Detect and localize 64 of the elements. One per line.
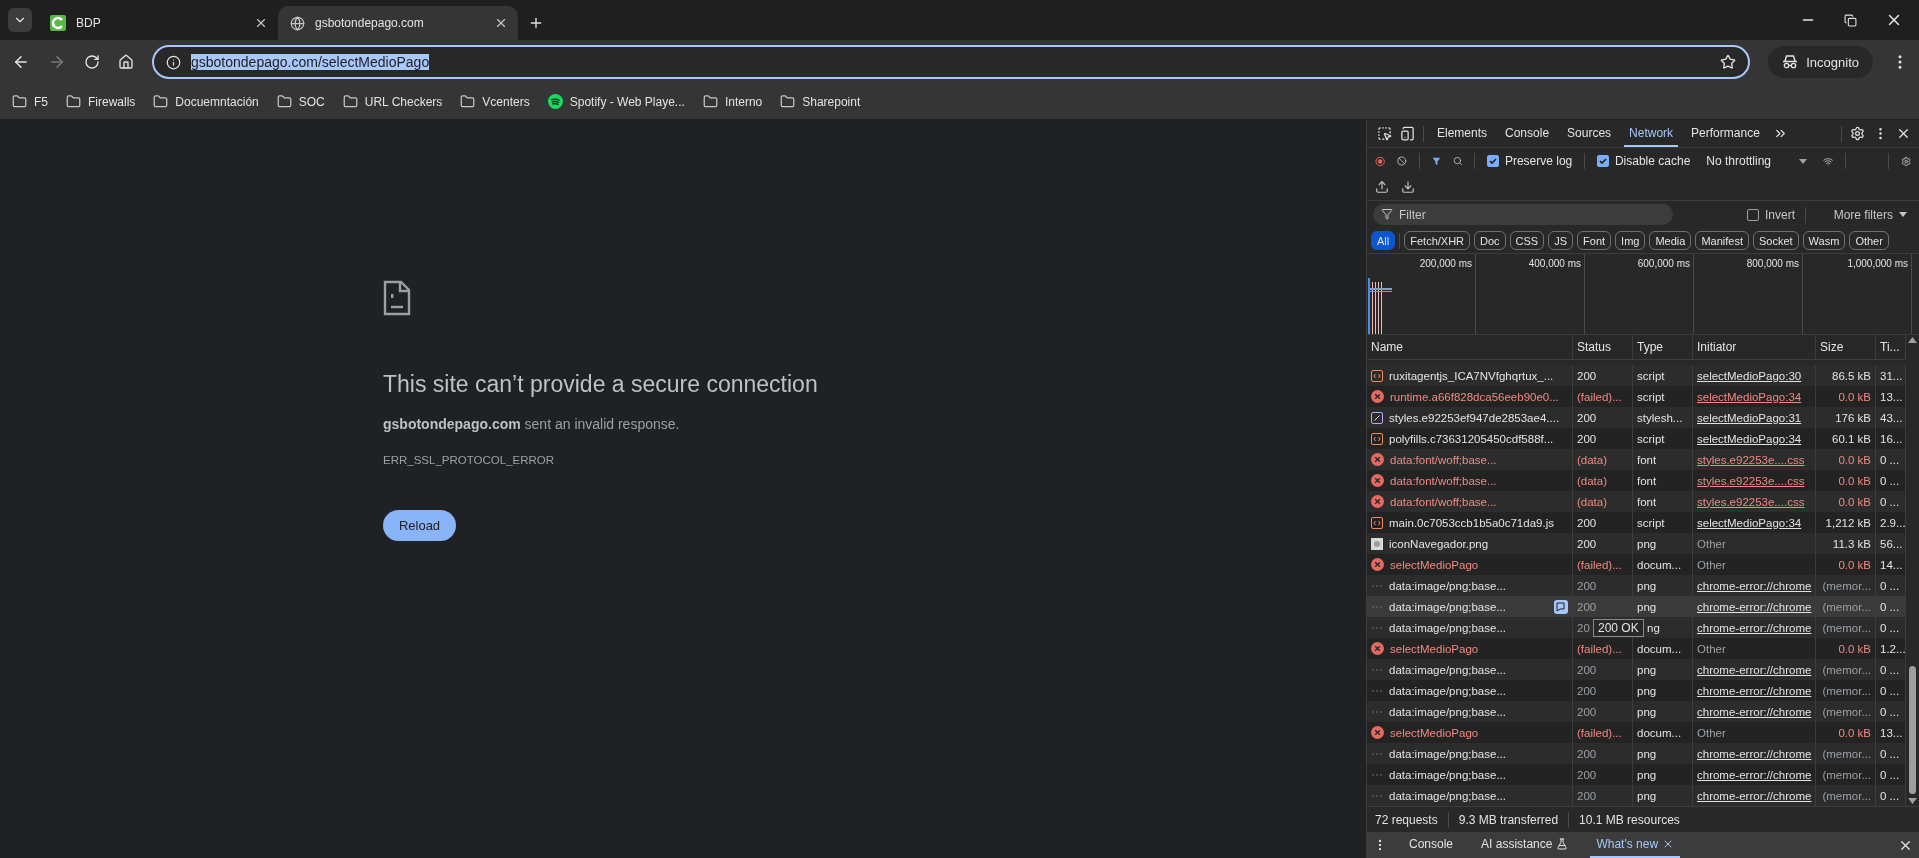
error-code: ERR_SSL_PROTOCOL_ERROR: [383, 454, 555, 466]
address-bar[interactable]: gsbotondepago.com/selectMedioPago: [152, 45, 1751, 79]
browser-tab[interactable]: gsbotondepago.com: [278, 6, 518, 40]
size-cell: (memor...: [1816, 785, 1876, 806]
type-cell: png: [1633, 785, 1693, 806]
more-filters-dropdown[interactable]: More filters: [1827, 206, 1913, 223]
request-name[interactable]: data:image/png;base...: [1367, 785, 1573, 806]
type-filter-chip[interactable]: JS: [1548, 231, 1574, 250]
type-filter-chip[interactable]: Font: [1577, 231, 1612, 250]
filter-field[interactable]: Filter: [1373, 204, 1673, 225]
status-tooltip: 200 OK: [1593, 619, 1644, 637]
timeline-tick-label: 400,000 ms: [1476, 254, 1585, 334]
panel-tab[interactable]: Sources: [1562, 120, 1617, 147]
type-filter-chip[interactable]: Media: [1649, 231, 1692, 250]
type-filter-chip[interactable]: Manifest: [1695, 231, 1749, 250]
bookmark-item[interactable]: Sharepoint: [780, 94, 861, 109]
type-filter-chip[interactable]: Other: [1849, 231, 1889, 250]
bookmark-item[interactable]: SOC: [276, 94, 325, 109]
type-filter-chip[interactable]: CSS: [1509, 231, 1545, 250]
column-header[interactable]: Initiator: [1693, 335, 1816, 359]
bookmark-item[interactable]: F5: [12, 94, 48, 109]
disable-cache-option[interactable]: Disable cache: [1596, 154, 1691, 168]
panel-tab[interactable]: Network: [1624, 120, 1679, 147]
type-filter-chip[interactable]: Wasm: [1802, 231, 1846, 250]
column-header[interactable]: Type: [1633, 335, 1693, 359]
bookmark-item[interactable]: Firewalls: [66, 94, 136, 109]
url-text: gsbotondepago.com/selectMedioPago: [191, 54, 430, 70]
invert-option[interactable]: Invert: [1747, 207, 1795, 222]
summary-text: 72 requests: [1375, 812, 1438, 827]
column-header[interactable]: Ti...: [1876, 335, 1906, 359]
type-filter-chip[interactable]: Fetch/XHR: [1404, 231, 1471, 250]
bookmark-item[interactable]: Spotify - Web Playe...: [547, 94, 685, 109]
timeline-tick-label: 800,000 ms: [1694, 254, 1803, 334]
column-header[interactable]: Status: [1573, 335, 1633, 359]
panel-tab[interactable]: Console: [1500, 120, 1555, 147]
time-cell: 0 ...: [1876, 785, 1906, 806]
throttling-dropdown[interactable]: No throttling: [1702, 154, 1811, 168]
type-filter-chip[interactable]: All: [1371, 231, 1396, 250]
bookmark-item[interactable]: Docuemntación: [153, 94, 259, 109]
drawer-tab[interactable]: Console: [1403, 832, 1460, 858]
column-header[interactable]: Name: [1367, 335, 1573, 359]
error-message: gsbotondepago.com sent an invalid response.: [383, 416, 680, 432]
bookmark-item[interactable]: Interno: [702, 94, 763, 109]
type-filter-chip[interactable]: Img: [1615, 231, 1646, 250]
reload-button[interactable]: Reload: [383, 510, 456, 541]
type-filter-chip[interactable]: Socket: [1752, 231, 1799, 250]
drawer-tab[interactable]: What's new: [1590, 832, 1681, 858]
timeline-tick-label: 600,000 ms: [1585, 254, 1694, 334]
initiator-link[interactable]: chrome-error://chrome: [1693, 785, 1816, 806]
drawer-tab[interactable]: AI assistance: [1475, 832, 1575, 858]
preserve-log-option[interactable]: Preserve log: [1486, 154, 1573, 168]
summary-text: 9.3 MB transferred: [1458, 812, 1559, 827]
incognito-button[interactable]: Incognito: [1768, 46, 1873, 78]
error-title: This site can’t provide a secure connection: [383, 371, 818, 398]
column-header[interactable]: Size: [1816, 335, 1876, 359]
panel-tab[interactable]: Elements: [1432, 120, 1493, 147]
panel-tab[interactable]: Performance: [1686, 120, 1765, 147]
bookmark-item[interactable]: URL Checkers: [342, 94, 443, 109]
type-filter-chip[interactable]: Doc: [1474, 231, 1506, 250]
bookmark-item[interactable]: Vcenters: [460, 94, 530, 109]
summary-text: 10.1 MB resources: [1579, 812, 1680, 827]
browser-tab[interactable]: BDP: [38, 6, 278, 40]
status-cell: 200: [1573, 785, 1633, 806]
timeline-tick-label: 1,000,000 ms: [1803, 254, 1912, 334]
